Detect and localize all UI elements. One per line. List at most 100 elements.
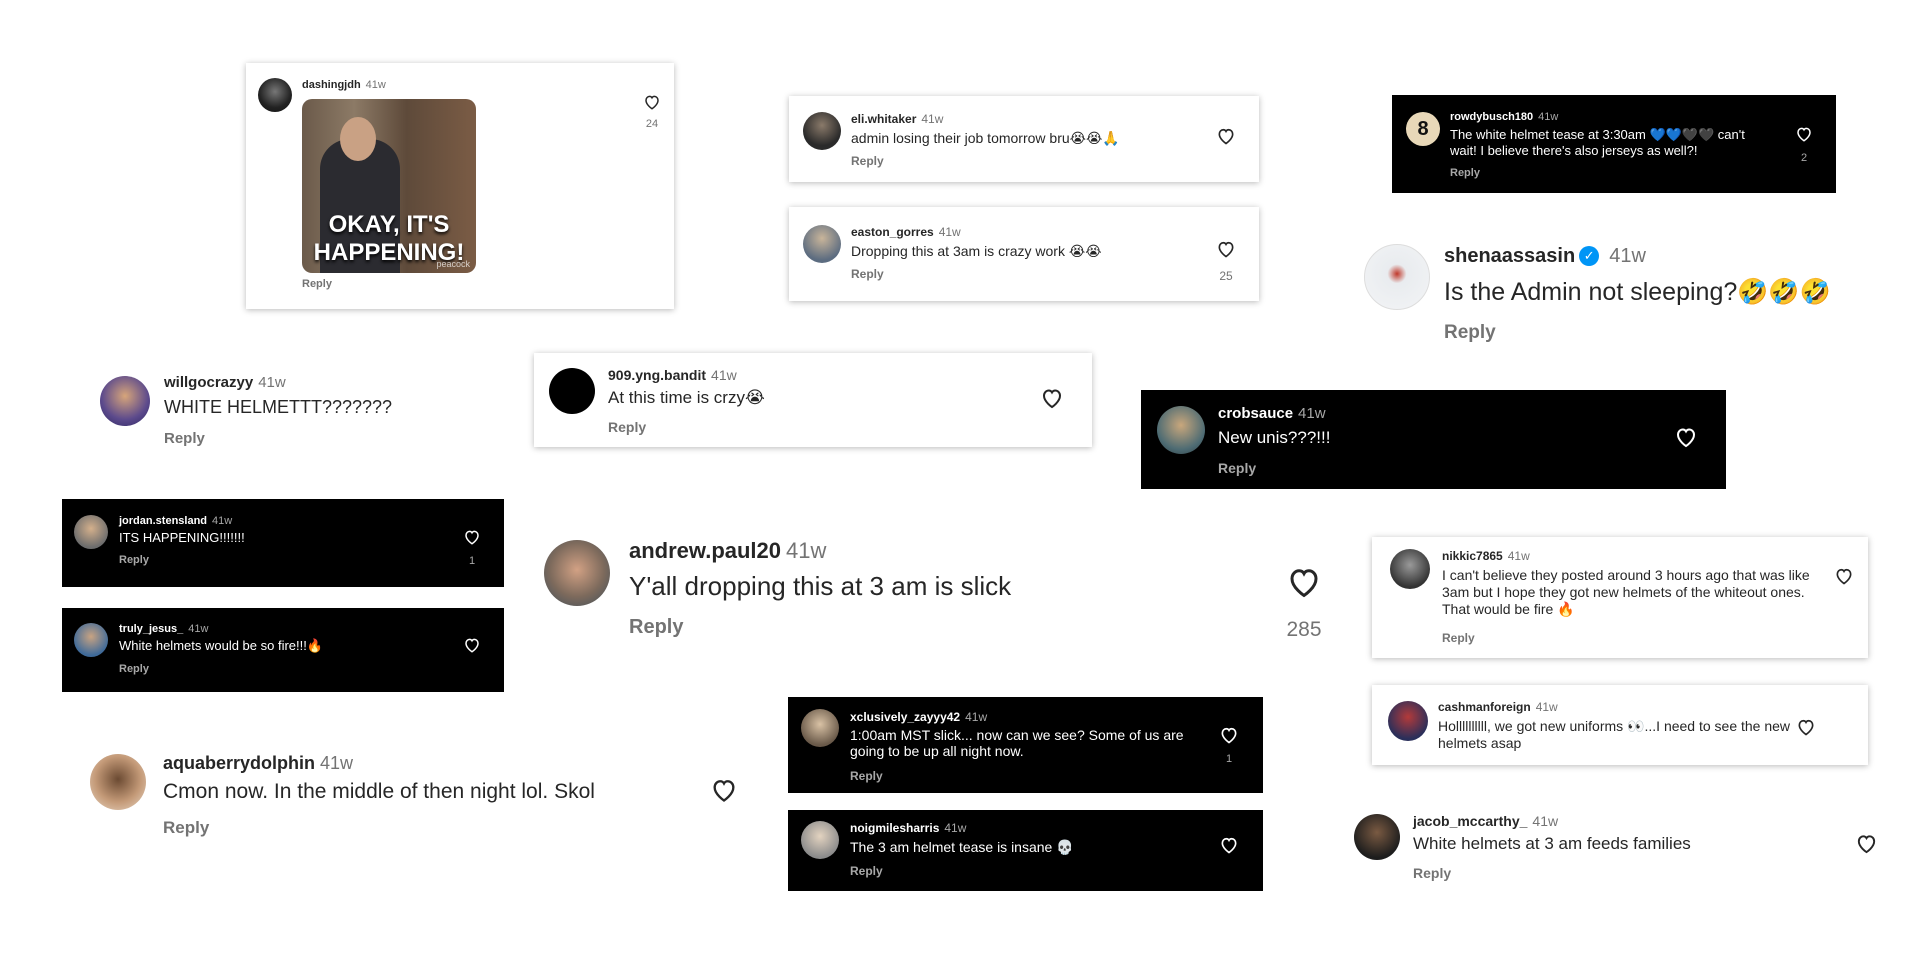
- comment-jordan-stensland: jordan.stensland 41w ITS HAPPENING!!!!!!!…: [62, 499, 504, 587]
- comment-text: New unis???!!!: [1218, 428, 1331, 447]
- heart-icon[interactable]: [1286, 564, 1322, 600]
- comment-text: Cmon now. In the middle of then night lo…: [163, 780, 595, 803]
- heart-icon[interactable]: [1040, 386, 1064, 410]
- username[interactable]: crobsauce 41w: [1218, 405, 1326, 422]
- avatar[interactable]: [258, 78, 292, 112]
- username[interactable]: dashingjdh 41w: [302, 79, 386, 91]
- comment-text: The 3 am helmet tease is insane 💀: [850, 839, 1074, 855]
- username[interactable]: willgocrazyy 41w: [164, 374, 286, 391]
- avatar[interactable]: [74, 623, 108, 657]
- comment-crobsauce: crobsauce 41w New unis???!!! Reply: [1141, 390, 1726, 489]
- heart-icon[interactable]: [1855, 832, 1878, 855]
- username[interactable]: xclusively_zayyy42 41w: [850, 710, 987, 724]
- reply-button[interactable]: Reply: [119, 554, 149, 566]
- comment-text: Is the Admin not sleeping?🤣🤣🤣: [1444, 278, 1831, 306]
- gif-image: OKAY, IT'S HAPPENING! peacock: [302, 99, 476, 273]
- reply-button[interactable]: Reply: [850, 769, 883, 783]
- heart-icon[interactable]: [1219, 835, 1239, 855]
- comment-xclusively-zayyy42: xclusively_zayyy42 41w 1:00am MST slick..…: [788, 697, 1263, 793]
- username[interactable]: easton_gorres 41w: [851, 225, 961, 239]
- reply-button[interactable]: Reply: [302, 278, 332, 290]
- username[interactable]: nikkic7865 41w: [1442, 549, 1530, 563]
- heart-icon[interactable]: [710, 776, 738, 804]
- heart-icon[interactable]: [463, 636, 481, 654]
- reply-button[interactable]: Reply: [164, 430, 205, 447]
- avatar[interactable]: [1390, 549, 1430, 589]
- avatar[interactable]: [1354, 814, 1400, 860]
- heart-icon[interactable]: [1795, 125, 1813, 143]
- comment-andrew-paul20: andrew.paul20 41w Y'all dropping this at …: [538, 534, 1338, 654]
- heart-icon[interactable]: [1216, 126, 1236, 146]
- comment-text: Hollllllllll, we got new uniforms 👀...I …: [1438, 718, 1791, 751]
- comment-nikkic7865: nikkic7865 41w I can't believe they poste…: [1372, 537, 1868, 658]
- username[interactable]: shenaassasin ✓ 41w: [1444, 245, 1646, 268]
- username[interactable]: noigmilesharris 41w: [850, 821, 966, 835]
- avatar[interactable]: [1157, 406, 1205, 454]
- gif-face: [340, 117, 376, 161]
- username[interactable]: aquaberrydolphin 41w: [163, 753, 353, 774]
- avatar[interactable]: [1388, 701, 1428, 741]
- avatar[interactable]: [549, 368, 595, 414]
- comment-text: Dropping this at 3am is crazy work 😭😭: [851, 243, 1102, 259]
- like-count: 285: [1286, 618, 1322, 641]
- reply-button[interactable]: Reply: [1413, 865, 1451, 881]
- comment-cashmanforeign: cashmanforeign 41w Hollllllllll, we got n…: [1372, 685, 1868, 765]
- comment-shenaassasin: shenaassasin ✓ 41w Is the Admin not sleepi…: [1360, 236, 1900, 350]
- username[interactable]: truly_jesus_ 41w: [119, 623, 208, 635]
- like-count: 1: [1225, 753, 1233, 765]
- comment-rowdybusch180: 8 rowdybusch180 41w The white helmet teas…: [1392, 95, 1836, 193]
- username[interactable]: jordan.stensland 41w: [119, 515, 232, 527]
- like-count: 25: [1219, 269, 1233, 283]
- username[interactable]: jacob_mccarthy_ 41w: [1413, 813, 1558, 829]
- heart-icon[interactable]: [1834, 566, 1854, 586]
- comment-text: The white helmet tease at 3:30am 💙💙🖤🖤 ca…: [1450, 127, 1745, 158]
- comment-909-yng-bandit: 909.yng.bandit 41w At this time is crzy😭 …: [534, 353, 1092, 447]
- reply-button[interactable]: Reply: [629, 616, 683, 639]
- reply-button[interactable]: Reply: [163, 818, 209, 838]
- username[interactable]: cashmanforeign 41w: [1438, 700, 1558, 714]
- avatar[interactable]: [1364, 244, 1430, 310]
- gif-watermark: peacock: [436, 259, 470, 269]
- reply-button[interactable]: Reply: [1442, 631, 1475, 645]
- heart-icon[interactable]: [1796, 717, 1816, 737]
- comment-eli-whitaker: eli.whitaker 41w admin losing their job t…: [789, 96, 1259, 182]
- reply-button[interactable]: Reply: [851, 154, 884, 168]
- avatar[interactable]: [100, 376, 150, 426]
- comment-truly-jesus: truly_jesus_ 41w White helmets would be s…: [62, 608, 504, 692]
- heart-icon[interactable]: [463, 528, 481, 546]
- comment-text: Y'all dropping this at 3 am is slick: [629, 571, 1012, 601]
- avatar[interactable]: [803, 225, 841, 263]
- comment-noigmilesharris: noigmilesharris 41w The 3 am helmet tease…: [788, 810, 1263, 891]
- username[interactable]: andrew.paul20 41w: [629, 538, 826, 564]
- comment-text: ITS HAPPENING!!!!!!!: [119, 530, 245, 545]
- avatar[interactable]: [803, 112, 841, 150]
- reply-button[interactable]: Reply: [119, 663, 149, 675]
- reply-button[interactable]: Reply: [1218, 460, 1256, 476]
- username[interactable]: eli.whitaker 41w: [851, 112, 943, 126]
- comment-text: At this time is crzy😭: [608, 388, 765, 407]
- reply-button[interactable]: Reply: [851, 267, 884, 281]
- heart-icon[interactable]: [1674, 425, 1698, 449]
- comment-text: White helmets would be so fire!!!🔥: [119, 638, 324, 653]
- reply-button[interactable]: Reply: [608, 419, 646, 435]
- reply-button[interactable]: Reply: [1450, 167, 1480, 179]
- avatar[interactable]: 8: [1406, 112, 1440, 146]
- heart-icon[interactable]: [1219, 725, 1239, 745]
- reply-button[interactable]: Reply: [1444, 322, 1496, 344]
- reply-button[interactable]: Reply: [850, 864, 883, 878]
- comment-easton-gorres: easton_gorres 41w Dropping this at 3am is…: [789, 207, 1259, 301]
- comment-dashingjdh: dashingjdh 41w OKAY, IT'S HAPPENING! peac…: [246, 63, 674, 309]
- comment-text: I can't believe they posted around 3 hou…: [1442, 567, 1810, 617]
- comment-text: 1:00am MST slick... now can we see? Some…: [850, 727, 1184, 759]
- username[interactable]: rowdybusch180 41w: [1450, 111, 1558, 123]
- avatar[interactable]: [544, 540, 610, 606]
- username[interactable]: 909.yng.bandit 41w: [608, 367, 737, 383]
- avatar[interactable]: [74, 515, 108, 549]
- heart-icon[interactable]: [1216, 239, 1236, 259]
- comment-text: WHITE HELMETTT???????: [164, 397, 393, 417]
- avatar[interactable]: [801, 709, 839, 747]
- comment-willgocrazyy: willgocrazyy 41w WHITE HELMETTT??????? Re…: [96, 368, 496, 452]
- avatar[interactable]: [90, 754, 146, 810]
- heart-icon[interactable]: [643, 93, 661, 111]
- avatar[interactable]: [801, 821, 839, 859]
